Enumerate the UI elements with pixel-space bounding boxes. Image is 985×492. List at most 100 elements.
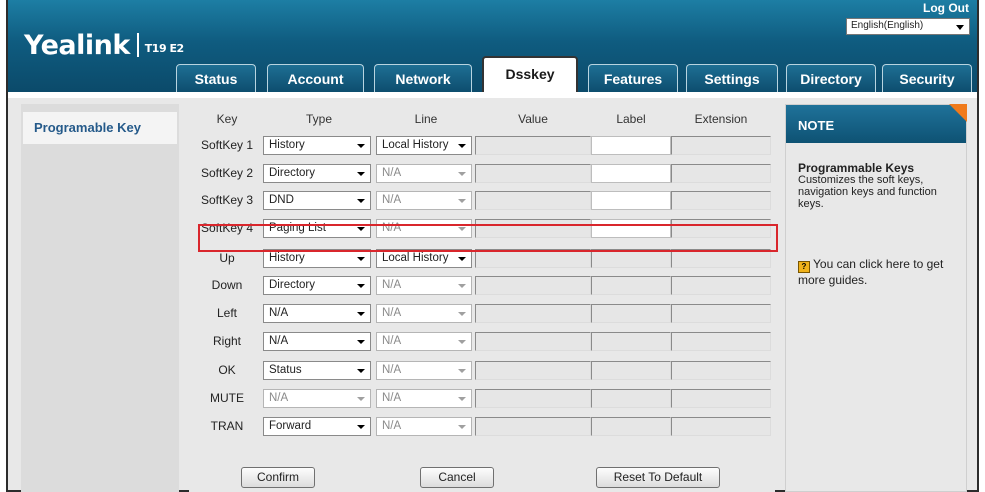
type-select[interactable]: N/A: [263, 304, 371, 323]
yealink-logo: Yealink T19 E2: [24, 30, 184, 61]
extension-input[interactable]: [671, 304, 771, 323]
extension-input[interactable]: [671, 389, 771, 408]
extension-input[interactable]: [671, 417, 771, 436]
cancel-button[interactable]: Cancel: [420, 467, 494, 488]
sidebar-item-programable-key[interactable]: Programable Key: [23, 112, 177, 144]
extension-input[interactable]: [671, 164, 771, 183]
line-select[interactable]: N/A: [376, 389, 472, 408]
tab-account[interactable]: Account: [267, 64, 364, 92]
line-select[interactable]: N/A: [376, 417, 472, 436]
tab-status[interactable]: Status: [176, 64, 256, 92]
column-header-extension: Extension: [694, 112, 748, 126]
key-name: Up: [219, 251, 235, 265]
guide-link[interactable]: ? You can click here to get more guides.: [798, 257, 962, 287]
label-input[interactable]: [591, 164, 671, 183]
reset-to-default-button[interactable]: Reset To Default: [596, 467, 720, 488]
model-name: T19 E2: [144, 42, 184, 55]
line-select[interactable]: N/A: [376, 304, 472, 323]
extension-input[interactable]: [671, 361, 771, 380]
label-input[interactable]: [591, 361, 671, 380]
chevron-down-icon: [458, 257, 466, 261]
label-input[interactable]: [591, 249, 671, 268]
type-value: History: [269, 252, 305, 264]
chevron-down-icon: [357, 425, 365, 429]
type-value: History: [269, 139, 305, 151]
tab-security[interactable]: Security: [882, 64, 972, 92]
type-select[interactable]: DND: [263, 191, 371, 210]
value-input[interactable]: [475, 361, 591, 380]
line-select[interactable]: N/A: [376, 332, 472, 351]
type-value: Directory: [269, 167, 316, 179]
language-select[interactable]: English(English): [846, 18, 970, 35]
chevron-down-icon: [357, 172, 365, 176]
line-select[interactable]: N/A: [376, 219, 472, 238]
type-select[interactable]: Forward: [263, 417, 371, 436]
chevron-down-icon: [357, 369, 365, 373]
extension-input[interactable]: [671, 136, 771, 155]
type-select[interactable]: N/A: [263, 389, 371, 408]
help-book-icon: ?: [798, 261, 810, 273]
tab-directory[interactable]: Directory: [786, 64, 876, 92]
logout-link[interactable]: Log Out: [923, 1, 969, 15]
value-input[interactable]: [475, 276, 591, 295]
confirm-button[interactable]: Confirm: [241, 467, 315, 488]
type-select[interactable]: Directory: [263, 276, 371, 295]
tab-features[interactable]: Features: [588, 64, 678, 92]
line-value: N/A: [382, 364, 402, 376]
value-input[interactable]: [475, 164, 591, 183]
table-row: Right N/A N/A: [189, 329, 775, 355]
table-row: OK Status N/A: [189, 358, 775, 384]
value-input[interactable]: [475, 191, 591, 210]
label-input[interactable]: [591, 332, 671, 351]
type-select[interactable]: Status: [263, 361, 371, 380]
extension-input[interactable]: [671, 332, 771, 351]
note-panel: NOTE Programmable Keys Customizes the so…: [785, 104, 967, 492]
extension-input[interactable]: [671, 219, 771, 238]
chevron-down-icon: [357, 397, 365, 401]
note-header: NOTE: [786, 105, 966, 143]
value-input[interactable]: [475, 136, 591, 155]
label-input[interactable]: [591, 417, 671, 436]
sidebar: Programable Key: [21, 104, 179, 492]
label-input[interactable]: [591, 389, 671, 408]
line-value: N/A: [382, 194, 402, 206]
key-name: TRAN: [210, 419, 244, 433]
label-input[interactable]: [591, 219, 671, 238]
tab-settings[interactable]: Settings: [686, 64, 778, 92]
label-input[interactable]: [591, 136, 671, 155]
type-select[interactable]: History: [263, 249, 371, 268]
type-select[interactable]: Paging List: [263, 219, 371, 238]
tab-dsskey[interactable]: Dsskey: [482, 56, 578, 92]
extension-input[interactable]: [671, 276, 771, 295]
value-input[interactable]: [475, 304, 591, 323]
extension-input[interactable]: [671, 191, 771, 210]
key-name: Down: [211, 278, 243, 292]
line-value: N/A: [382, 222, 402, 234]
line-select[interactable]: Local History: [376, 136, 472, 155]
value-input[interactable]: [475, 249, 591, 268]
line-select[interactable]: N/A: [376, 164, 472, 183]
value-input[interactable]: [475, 219, 591, 238]
tab-network[interactable]: Network: [374, 64, 472, 92]
value-input[interactable]: [475, 417, 591, 436]
type-select[interactable]: Directory: [263, 164, 371, 183]
type-select[interactable]: N/A: [263, 332, 371, 351]
label-input[interactable]: [591, 304, 671, 323]
type-value: Status: [269, 364, 302, 376]
line-select[interactable]: N/A: [376, 191, 472, 210]
type-select[interactable]: History: [263, 136, 371, 155]
value-input[interactable]: [475, 389, 591, 408]
value-input[interactable]: [475, 332, 591, 351]
label-input[interactable]: [591, 191, 671, 210]
chevron-down-icon: [357, 340, 365, 344]
type-value: Directory: [269, 279, 316, 291]
line-select[interactable]: N/A: [376, 361, 472, 380]
chevron-down-icon: [956, 25, 964, 30]
label-input[interactable]: [591, 276, 671, 295]
chevron-down-icon: [357, 284, 365, 288]
extension-input[interactable]: [671, 249, 771, 268]
chevron-down-icon: [357, 144, 365, 148]
line-select[interactable]: N/A: [376, 276, 472, 295]
note-text: Customizes the soft keys, navigation key…: [798, 174, 937, 210]
line-select[interactable]: Local History: [376, 249, 472, 268]
